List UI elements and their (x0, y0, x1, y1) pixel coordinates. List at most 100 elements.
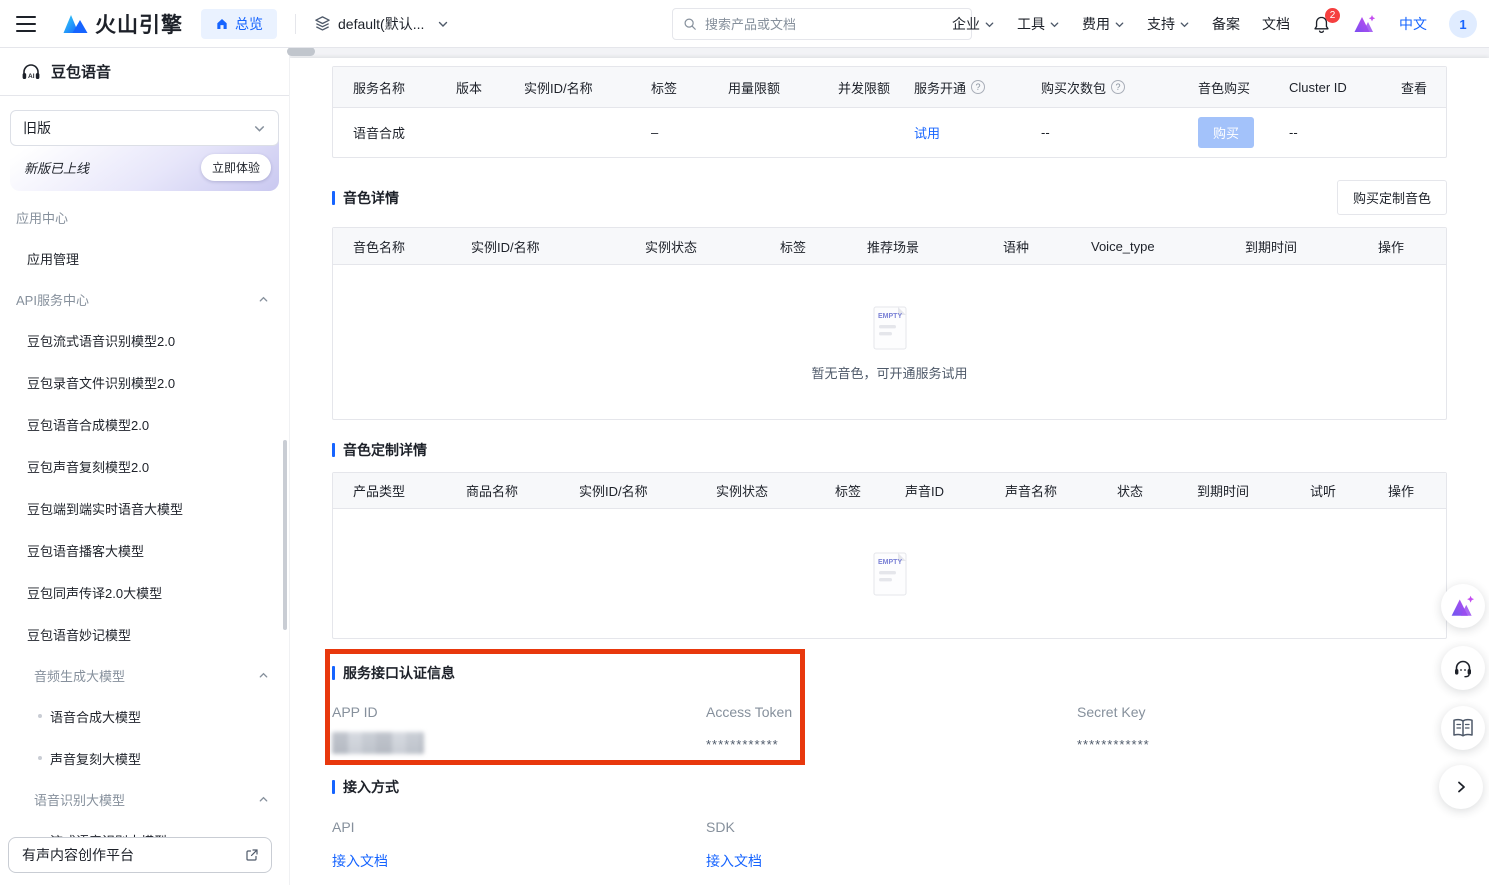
brand-logo[interactable]: 火山引擎 (62, 9, 183, 39)
nav-enterprise[interactable]: 企业 (952, 14, 995, 34)
buy-button[interactable]: 购买 (1198, 117, 1254, 148)
col-version: 版本 (436, 78, 504, 97)
col-voice-buy: 音色购买 (1178, 78, 1269, 97)
chevron-up-icon (258, 294, 269, 305)
col-tag: 标签 (631, 78, 708, 97)
svg-text:AI: AI (28, 73, 35, 80)
workspace-selector[interactable]: default(默认... (314, 14, 449, 34)
main-area: 服务名称 版本 实例ID/名称 标签 用量限额 并发限额 服务开通? 购买次数包… (290, 48, 1489, 885)
sidebar-item-miaoji[interactable]: 豆包语音妙记模型 (0, 613, 289, 655)
menu-icon[interactable] (16, 16, 36, 32)
sdk-doc-link[interactable]: 接入文档 (706, 853, 762, 869)
api-doc-link[interactable]: 接入文档 (332, 853, 388, 869)
home-icon (215, 17, 229, 31)
help-icon[interactable]: ? (971, 80, 985, 94)
sidebar-subitem-tts-large[interactable]: 语音合成大模型 (0, 695, 289, 737)
col-actions: 操作 (1368, 481, 1446, 500)
col-usage-quota: 用量限额 (708, 78, 818, 97)
buy-custom-voice-button[interactable]: 购买定制音色 (1337, 180, 1447, 215)
collapse-fab[interactable] (1439, 765, 1483, 809)
empty-document-icon: EMPTY (867, 303, 913, 353)
ai-assistant-icon[interactable] (1353, 13, 1377, 35)
sidebar-item-stream-asr-2[interactable]: 豆包流式语音识别模型2.0 (0, 319, 289, 361)
docs-fab[interactable] (1441, 706, 1485, 750)
app-id-label: APP ID (332, 704, 706, 720)
access-token-field: Access Token ************ (706, 704, 1077, 754)
voice-detail-empty-state: EMPTY 暂无音色，可开通服务试用 (333, 264, 1446, 419)
section-title: 音色定制详情 (332, 440, 427, 460)
workspace-label: default(默认... (338, 14, 424, 34)
new-version-banner: 新版已上线 立即体验 (10, 146, 279, 189)
section-title: 接入方式 (332, 777, 399, 797)
col-purchase-package: 购买次数包? (1021, 78, 1178, 97)
sdk-access: SDK 接入文档 (706, 797, 1077, 871)
app-id-field: APP ID (332, 704, 706, 754)
col-voice-name: 声音名称 (985, 481, 1097, 500)
version-banner-card: 旧版 新版已上线 立即体验 (10, 110, 279, 191)
sidebar-item-app-management[interactable]: 应用管理 (0, 237, 289, 279)
chevron-right-icon (1454, 780, 1468, 794)
layers-icon (314, 15, 331, 32)
col-view: 查看 (1381, 78, 1446, 97)
support-fab[interactable] (1441, 646, 1485, 690)
empty-document-icon: EMPTY (867, 549, 913, 599)
nav-docs[interactable]: 文档 (1262, 14, 1290, 34)
sidebar-subgroup-asr-large[interactable]: 语音识别大模型 (0, 779, 289, 819)
sidebar-subgroup-audio-gen[interactable]: 音频生成大模型 (0, 655, 289, 695)
language-switch[interactable]: 中文 (1399, 14, 1427, 34)
sidebar-subitem-clone-large[interactable]: 声音复刻大模型 (0, 737, 289, 779)
external-link-icon (245, 848, 259, 862)
voice-custom-table: 产品类型 商品名称 实例ID/名称 实例状态 标签 声音ID 声音名称 状态 到… (332, 472, 1447, 639)
service-table: 服务名称 版本 实例ID/名称 标签 用量限额 并发限额 服务开通? 购买次数包… (332, 66, 1447, 158)
notification-badge: 2 (1325, 8, 1340, 23)
section-title: 服务接口认证信息 (332, 663, 455, 683)
search-box[interactable] (672, 8, 972, 40)
sidebar-item-file-asr-2[interactable]: 豆包录音文件识别模型2.0 (0, 361, 289, 403)
nav-icp[interactable]: 备案 (1212, 14, 1240, 34)
ai-assistant-fab[interactable] (1441, 584, 1485, 628)
book-icon (1451, 718, 1475, 738)
chevron-down-icon (1049, 19, 1060, 30)
nav-label: 备案 (1212, 14, 1240, 34)
nav-support[interactable]: 支持 (1147, 14, 1190, 34)
help-icon[interactable]: ? (1111, 80, 1125, 94)
col-tag: 标签 (815, 481, 885, 500)
voice-detail-table-header: 音色名称 实例ID/名称 实例状态 标签 推荐场景 语种 Voice_type … (333, 228, 1446, 264)
col-expire-time: 到期时间 (1177, 481, 1290, 500)
col-concurrency-quota: 并发限额 (818, 78, 894, 97)
col-voice-name: 音色名称 (333, 237, 451, 256)
sidebar-item-tts-2[interactable]: 豆包语音合成模型2.0 (0, 403, 289, 445)
section-title: 音色详情 (332, 188, 399, 208)
nav-tools[interactable]: 工具 (1017, 14, 1060, 34)
col-expire-time: 到期时间 (1225, 237, 1358, 256)
col-instance-status: 实例状态 (696, 481, 815, 500)
overview-button[interactable]: 总览 (201, 9, 277, 39)
sidebar-scrollbar[interactable] (283, 440, 287, 630)
version-select[interactable]: 旧版 (10, 110, 279, 146)
nav-billing[interactable]: 费用 (1082, 14, 1125, 34)
sidebar-item-podcast[interactable]: 豆包语音播客大模型 (0, 529, 289, 571)
sidebar-item-voice-clone-2[interactable]: 豆包声音复刻模型2.0 (0, 445, 289, 487)
voice-detail-table: 音色名称 实例ID/名称 实例状态 标签 推荐场景 语种 Voice_type … (332, 227, 1447, 420)
cell-package: -- (1021, 125, 1178, 140)
sidebar-group-api-center[interactable]: API服务中心 (0, 279, 289, 319)
sidebar-menu: 应用中心 应用管理 API服务中心 豆包流式语音识别模型2.0 豆包录音文件识别… (0, 197, 289, 861)
notification-bell[interactable]: 2 (1312, 15, 1331, 34)
search-input[interactable] (705, 17, 961, 32)
col-status: 状态 (1097, 481, 1177, 500)
headset-icon (1452, 657, 1474, 679)
avatar[interactable]: 1 (1449, 10, 1477, 38)
trial-link[interactable]: 试用 (914, 126, 940, 141)
try-now-button[interactable]: 立即体验 (201, 154, 271, 181)
col-instance: 实例ID/名称 (559, 481, 696, 500)
access-token-label: Access Token (706, 704, 1077, 720)
banner-text: 新版已上线 (24, 158, 89, 177)
voice-detail-header: 音色详情 购买定制音色 (332, 180, 1447, 215)
col-service-name: 服务名称 (333, 78, 436, 97)
svg-text:EMPTY: EMPTY (878, 313, 902, 320)
sidebar-item-simul-interp[interactable]: 豆包同声传译2.0大模型 (0, 571, 289, 613)
sidebar-item-e2e-realtime[interactable]: 豆包端到端实时语音大模型 (0, 487, 289, 529)
app-id-masked-value (332, 732, 424, 754)
scrollbar-thumb[interactable] (287, 47, 315, 56)
audio-creation-platform-link[interactable]: 有声内容创作平台 (8, 837, 272, 873)
